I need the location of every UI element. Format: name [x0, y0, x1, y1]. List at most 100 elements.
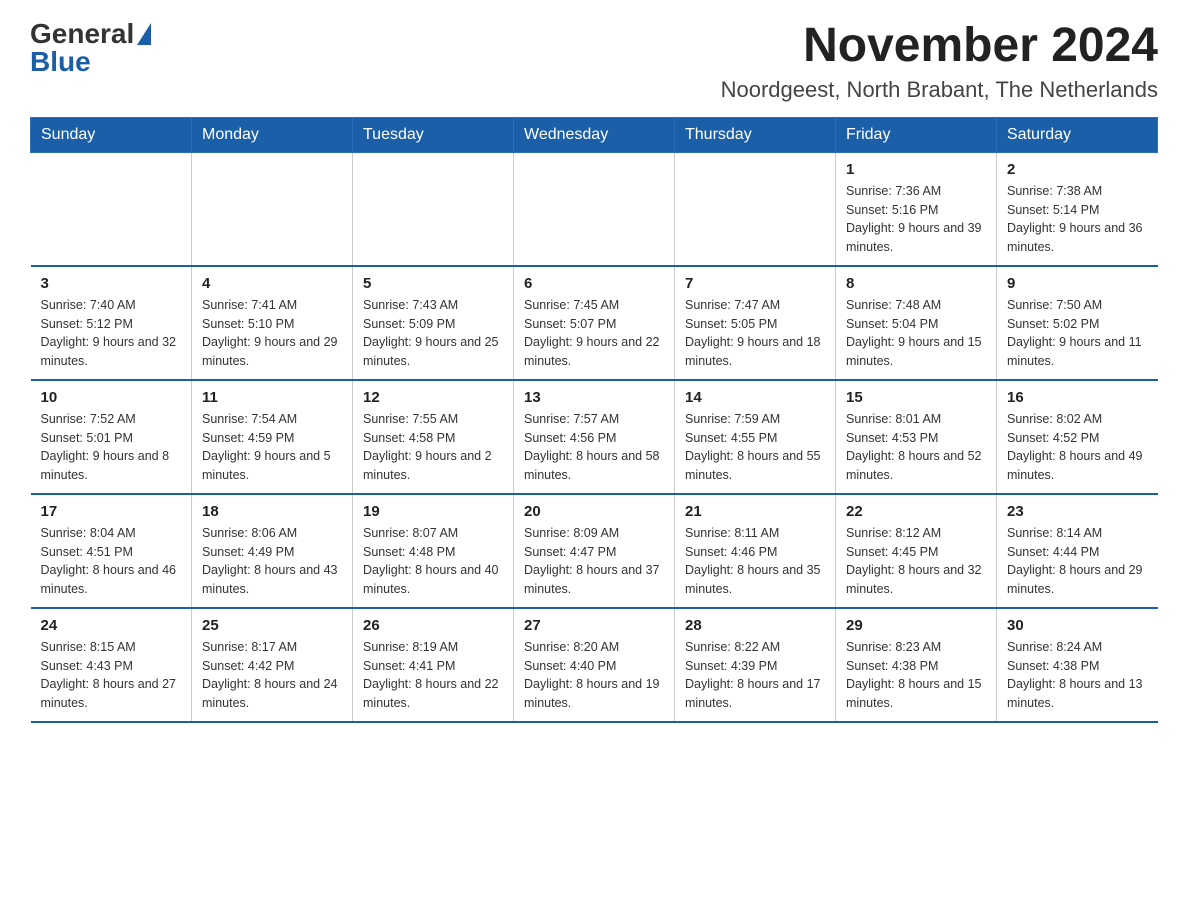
- day-number: 19: [363, 503, 503, 520]
- calendar-cell: 24 Sunrise: 8:15 AMSunset: 4:43 PMDayligh…: [31, 608, 192, 722]
- calendar-header-sunday: Sunday: [31, 117, 192, 152]
- day-info: Sunrise: 7:43 AMSunset: 5:09 PMDaylight:…: [363, 296, 503, 371]
- calendar-header-thursday: Thursday: [675, 117, 836, 152]
- day-info: Sunrise: 8:01 AMSunset: 4:53 PMDaylight:…: [846, 410, 986, 485]
- day-number: 6: [524, 275, 664, 292]
- day-info: Sunrise: 7:41 AMSunset: 5:10 PMDaylight:…: [202, 296, 342, 371]
- day-number: 14: [685, 389, 825, 406]
- day-info: Sunrise: 8:24 AMSunset: 4:38 PMDaylight:…: [1007, 638, 1148, 713]
- calendar-cell: 30 Sunrise: 8:24 AMSunset: 4:38 PMDayligh…: [997, 608, 1158, 722]
- calendar-week-row: 24 Sunrise: 8:15 AMSunset: 4:43 PMDayligh…: [31, 608, 1158, 722]
- day-info: Sunrise: 7:52 AMSunset: 5:01 PMDaylight:…: [41, 410, 182, 485]
- day-info: Sunrise: 7:55 AMSunset: 4:58 PMDaylight:…: [363, 410, 503, 485]
- day-info: Sunrise: 8:06 AMSunset: 4:49 PMDaylight:…: [202, 524, 342, 599]
- logo: General Blue: [30, 20, 151, 76]
- day-info: Sunrise: 7:48 AMSunset: 5:04 PMDaylight:…: [846, 296, 986, 371]
- calendar-cell: 27 Sunrise: 8:20 AMSunset: 4:40 PMDayligh…: [514, 608, 675, 722]
- calendar-header-wednesday: Wednesday: [514, 117, 675, 152]
- calendar-cell: 4 Sunrise: 7:41 AMSunset: 5:10 PMDaylight…: [192, 266, 353, 380]
- calendar-cell: 22Sunrise: 8:12 AMSunset: 4:45 PMDayligh…: [836, 494, 997, 608]
- calendar-header-tuesday: Tuesday: [353, 117, 514, 152]
- day-number: 22: [846, 503, 986, 520]
- day-info: Sunrise: 8:19 AMSunset: 4:41 PMDaylight:…: [363, 638, 503, 713]
- day-info: Sunrise: 8:15 AMSunset: 4:43 PMDaylight:…: [41, 638, 182, 713]
- day-info: Sunrise: 7:57 AMSunset: 4:56 PMDaylight:…: [524, 410, 664, 485]
- day-info: Sunrise: 8:07 AMSunset: 4:48 PMDaylight:…: [363, 524, 503, 599]
- calendar-cell: 2 Sunrise: 7:38 AMSunset: 5:14 PMDaylight…: [997, 152, 1158, 266]
- calendar-cell: [192, 152, 353, 266]
- calendar-cell: [353, 152, 514, 266]
- calendar-cell: 13 Sunrise: 7:57 AMSunset: 4:56 PMDayligh…: [514, 380, 675, 494]
- day-info: Sunrise: 8:11 AMSunset: 4:46 PMDaylight:…: [685, 524, 825, 599]
- day-number: 26: [363, 617, 503, 634]
- calendar-week-row: 10Sunrise: 7:52 AMSunset: 5:01 PMDayligh…: [31, 380, 1158, 494]
- day-number: 30: [1007, 617, 1148, 634]
- calendar-header-row: SundayMondayTuesdayWednesdayThursdayFrid…: [31, 117, 1158, 152]
- day-number: 20: [524, 503, 664, 520]
- calendar-cell: 29 Sunrise: 8:23 AMSunset: 4:38 PMDayligh…: [836, 608, 997, 722]
- calendar: SundayMondayTuesdayWednesdayThursdayFrid…: [30, 117, 1158, 723]
- day-info: Sunrise: 7:59 AMSunset: 4:55 PMDaylight:…: [685, 410, 825, 485]
- calendar-cell: 3 Sunrise: 7:40 AMSunset: 5:12 PMDaylight…: [31, 266, 192, 380]
- day-number: 11: [202, 389, 342, 406]
- calendar-cell: 26 Sunrise: 8:19 AMSunset: 4:41 PMDayligh…: [353, 608, 514, 722]
- day-number: 18: [202, 503, 342, 520]
- day-info: Sunrise: 8:17 AMSunset: 4:42 PMDaylight:…: [202, 638, 342, 713]
- calendar-cell: [675, 152, 836, 266]
- day-number: 3: [41, 275, 182, 292]
- day-number: 7: [685, 275, 825, 292]
- calendar-cell: 18 Sunrise: 8:06 AMSunset: 4:49 PMDayligh…: [192, 494, 353, 608]
- day-number: 28: [685, 617, 825, 634]
- day-info: Sunrise: 7:54 AMSunset: 4:59 PMDaylight:…: [202, 410, 342, 485]
- header: General Blue November 2024 Noordgeest, N…: [30, 20, 1158, 103]
- day-info: Sunrise: 8:20 AMSunset: 4:40 PMDaylight:…: [524, 638, 664, 713]
- day-info: Sunrise: 8:04 AMSunset: 4:51 PMDaylight:…: [41, 524, 182, 599]
- day-number: 24: [41, 617, 182, 634]
- day-number: 13: [524, 389, 664, 406]
- calendar-cell: 19 Sunrise: 8:07 AMSunset: 4:48 PMDayligh…: [353, 494, 514, 608]
- calendar-cell: 16Sunrise: 8:02 AMSunset: 4:52 PMDayligh…: [997, 380, 1158, 494]
- day-number: 12: [363, 389, 503, 406]
- day-number: 5: [363, 275, 503, 292]
- day-number: 21: [685, 503, 825, 520]
- day-info: Sunrise: 8:23 AMSunset: 4:38 PMDaylight:…: [846, 638, 986, 713]
- calendar-header-friday: Friday: [836, 117, 997, 152]
- calendar-cell: 25Sunrise: 8:17 AMSunset: 4:42 PMDayligh…: [192, 608, 353, 722]
- day-info: Sunrise: 8:14 AMSunset: 4:44 PMDaylight:…: [1007, 524, 1148, 599]
- calendar-header-saturday: Saturday: [997, 117, 1158, 152]
- calendar-cell: 5 Sunrise: 7:43 AMSunset: 5:09 PMDaylight…: [353, 266, 514, 380]
- day-info: Sunrise: 8:22 AMSunset: 4:39 PMDaylight:…: [685, 638, 825, 713]
- calendar-cell: 20Sunrise: 8:09 AMSunset: 4:47 PMDayligh…: [514, 494, 675, 608]
- subtitle: Noordgeest, North Brabant, The Netherlan…: [721, 77, 1158, 103]
- main-title: November 2024: [721, 20, 1158, 73]
- day-number: 1: [846, 161, 986, 178]
- calendar-cell: 12 Sunrise: 7:55 AMSunset: 4:58 PMDayligh…: [353, 380, 514, 494]
- day-info: Sunrise: 7:40 AMSunset: 5:12 PMDaylight:…: [41, 296, 182, 371]
- calendar-cell: 11 Sunrise: 7:54 AMSunset: 4:59 PMDayligh…: [192, 380, 353, 494]
- logo-blue-text: Blue: [30, 48, 91, 76]
- calendar-cell: [514, 152, 675, 266]
- day-info: Sunrise: 7:36 AMSunset: 5:16 PMDaylight:…: [846, 182, 986, 257]
- day-number: 27: [524, 617, 664, 634]
- calendar-cell: [31, 152, 192, 266]
- calendar-week-row: 1 Sunrise: 7:36 AMSunset: 5:16 PMDaylight…: [31, 152, 1158, 266]
- calendar-cell: 21 Sunrise: 8:11 AMSunset: 4:46 PMDayligh…: [675, 494, 836, 608]
- day-number: 2: [1007, 161, 1148, 178]
- day-info: Sunrise: 7:45 AMSunset: 5:07 PMDaylight:…: [524, 296, 664, 371]
- calendar-cell: 10Sunrise: 7:52 AMSunset: 5:01 PMDayligh…: [31, 380, 192, 494]
- day-number: 4: [202, 275, 342, 292]
- calendar-cell: 9 Sunrise: 7:50 AMSunset: 5:02 PMDaylight…: [997, 266, 1158, 380]
- title-area: November 2024 Noordgeest, North Brabant,…: [721, 20, 1158, 103]
- calendar-week-row: 3 Sunrise: 7:40 AMSunset: 5:12 PMDaylight…: [31, 266, 1158, 380]
- day-number: 9: [1007, 275, 1148, 292]
- logo-general-text: General: [30, 20, 151, 48]
- day-info: Sunrise: 7:47 AMSunset: 5:05 PMDaylight:…: [685, 296, 825, 371]
- day-info: Sunrise: 7:50 AMSunset: 5:02 PMDaylight:…: [1007, 296, 1148, 371]
- day-number: 8: [846, 275, 986, 292]
- calendar-cell: 1 Sunrise: 7:36 AMSunset: 5:16 PMDaylight…: [836, 152, 997, 266]
- calendar-cell: 17Sunrise: 8:04 AMSunset: 4:51 PMDayligh…: [31, 494, 192, 608]
- day-number: 29: [846, 617, 986, 634]
- day-number: 16: [1007, 389, 1148, 406]
- day-info: Sunrise: 7:38 AMSunset: 5:14 PMDaylight:…: [1007, 182, 1148, 257]
- calendar-cell: 23Sunrise: 8:14 AMSunset: 4:44 PMDayligh…: [997, 494, 1158, 608]
